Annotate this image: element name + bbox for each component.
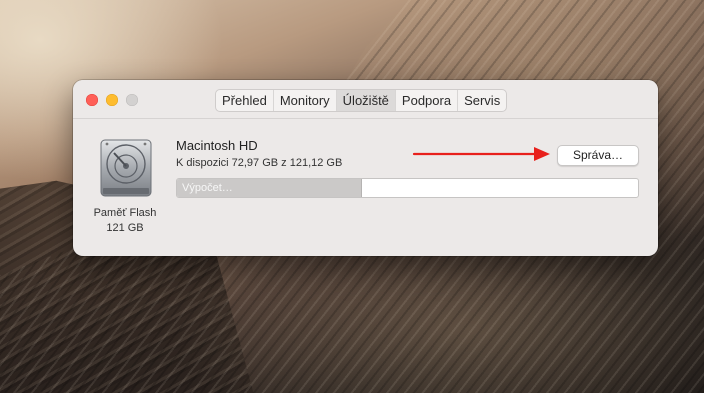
zoom-icon	[126, 94, 138, 106]
drive-type-label: Paměť Flash	[93, 207, 157, 219]
hard-drive-icon	[100, 139, 152, 197]
arrow-annotation-icon	[412, 147, 550, 161]
tab-support[interactable]: Podpora	[396, 90, 459, 111]
storage-usage-bar: Výpočet…	[176, 178, 639, 198]
tab-storage[interactable]: Úložiště	[336, 90, 396, 111]
storage-bar-label: Výpočet…	[182, 182, 233, 194]
tab-bar: Přehled Monitory Úložiště Podpora Servis	[215, 89, 508, 112]
minimize-icon[interactable]	[106, 94, 118, 106]
drive-capacity-label: 121 GB	[106, 222, 144, 234]
manage-button[interactable]: Správa…	[557, 145, 639, 166]
drive-caption: Paměť Flash 121 GB	[83, 206, 167, 236]
close-icon[interactable]	[86, 94, 98, 106]
disk-name: Macintosh HD	[176, 138, 258, 153]
tab-service[interactable]: Servis	[458, 90, 506, 111]
about-this-mac-window: Přehled Monitory Úložiště Podpora Servis	[73, 80, 658, 256]
disk-availability: K dispozici 72,97 GB z 121,12 GB	[176, 157, 343, 169]
tab-displays[interactable]: Monitory	[274, 90, 337, 111]
title-bar: Přehled Monitory Úložiště Podpora Servis	[73, 80, 658, 119]
storage-panel: Paměť Flash 121 GB Macintosh HD K dispoz…	[73, 119, 658, 256]
tab-overview[interactable]: Přehled	[216, 90, 274, 111]
